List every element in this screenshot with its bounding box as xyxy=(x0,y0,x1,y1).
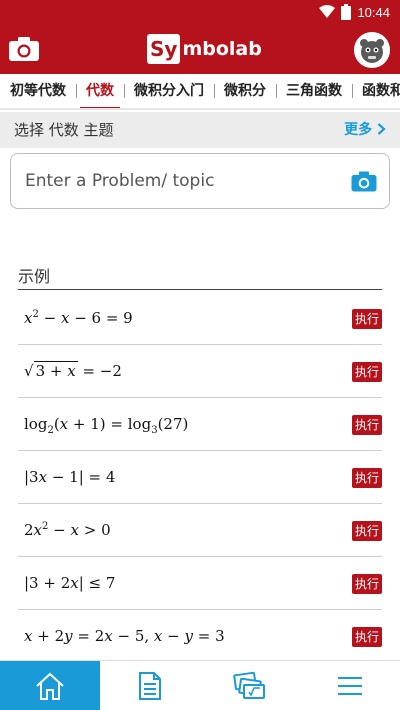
example-row[interactable]: √ 3 + x = −2 执行 xyxy=(18,345,382,398)
menu-icon xyxy=(338,677,362,695)
example-expression: x2 − x − 6 = 9 xyxy=(24,309,133,327)
subject-title: 选择 代数 主题 xyxy=(14,121,114,139)
problem-search xyxy=(10,153,390,209)
logo-text: mbolab xyxy=(182,38,262,60)
run-button[interactable]: 执行 xyxy=(352,309,382,329)
scan-camera-icon[interactable] xyxy=(351,171,377,192)
home-icon xyxy=(36,672,64,700)
run-button[interactable]: 执行 xyxy=(352,468,382,488)
chevron-right-icon xyxy=(377,123,386,135)
problem-input[interactable] xyxy=(25,154,345,208)
status-icons: 10:44 xyxy=(319,3,390,21)
divider xyxy=(18,289,382,290)
wifi-icon xyxy=(319,5,336,18)
nav-practice[interactable] xyxy=(200,661,300,710)
example-row[interactable]: |3x − 1| = 4 执行 xyxy=(18,451,382,504)
subject-tabs: 初等代数 代数 微积分入门 微积分 三角函数 函数和 xyxy=(0,74,400,110)
example-expression: log2(x + 1) = log3(27) xyxy=(24,415,189,436)
example-row[interactable]: x2 − x − 6 = 9 执行 xyxy=(18,292,382,345)
run-button[interactable]: 执行 xyxy=(352,362,382,382)
run-button[interactable]: 执行 xyxy=(352,521,382,541)
run-button[interactable]: 执行 xyxy=(352,627,382,647)
notebook-icon xyxy=(139,672,161,700)
practice-icon xyxy=(233,671,265,699)
nav-home[interactable] xyxy=(0,661,100,710)
run-button[interactable]: 执行 xyxy=(352,415,382,435)
tab-calculus[interactable]: 微积分 xyxy=(214,74,276,108)
example-expression: 2x2 − x > 0 xyxy=(24,521,111,539)
example-row[interactable]: x + 2y = 2x − 5, x − y = 3 执行 xyxy=(18,610,382,663)
avatar-icon xyxy=(354,32,390,68)
tab-elementary-algebra[interactable]: 初等代数 xyxy=(0,74,76,108)
bottom-nav xyxy=(0,660,400,710)
tab-algebra[interactable]: 代数 xyxy=(76,74,124,108)
nav-menu[interactable] xyxy=(300,661,400,710)
example-row[interactable]: |3 + 2x| ≤ 7 执行 xyxy=(18,557,382,610)
examples-heading: 示例 xyxy=(18,267,51,286)
status-time: 10:44 xyxy=(357,4,390,20)
example-expression: x + 2y = 2x − 5, x − y = 3 xyxy=(24,627,225,645)
run-button[interactable]: 执行 xyxy=(352,574,382,594)
symbolab-logo: Sy mbolab xyxy=(147,33,262,65)
subject-bar: 选择 代数 主题 更多 xyxy=(0,112,400,148)
nav-notebook[interactable] xyxy=(100,661,200,710)
tab-pre-calculus[interactable]: 微积分入门 xyxy=(124,74,214,108)
battery-icon xyxy=(341,4,352,20)
app-bar: Sy mbolab xyxy=(0,24,400,74)
avatar[interactable] xyxy=(354,32,390,68)
example-row[interactable]: log2(x + 1) = log3(27) 执行 xyxy=(18,398,382,451)
more-link[interactable]: 更多 xyxy=(344,112,386,148)
example-expression: √ 3 + x = −2 xyxy=(24,361,122,380)
logo-mark: Sy xyxy=(147,34,181,64)
example-row[interactable]: 2x2 − x > 0 执行 xyxy=(18,504,382,557)
example-expression: |3 + 2x| ≤ 7 xyxy=(24,574,116,592)
examples-list: x2 − x − 6 = 9 执行 √ 3 + x = −2 执行 log2(x … xyxy=(18,292,382,663)
tab-functions[interactable]: 函数和 xyxy=(352,74,400,108)
camera-icon[interactable] xyxy=(8,36,40,62)
more-link-label: 更多 xyxy=(344,122,373,138)
status-bar: 10:44 xyxy=(0,0,400,24)
tab-trigonometry[interactable]: 三角函数 xyxy=(276,74,352,108)
example-expression: |3x − 1| = 4 xyxy=(24,468,116,486)
